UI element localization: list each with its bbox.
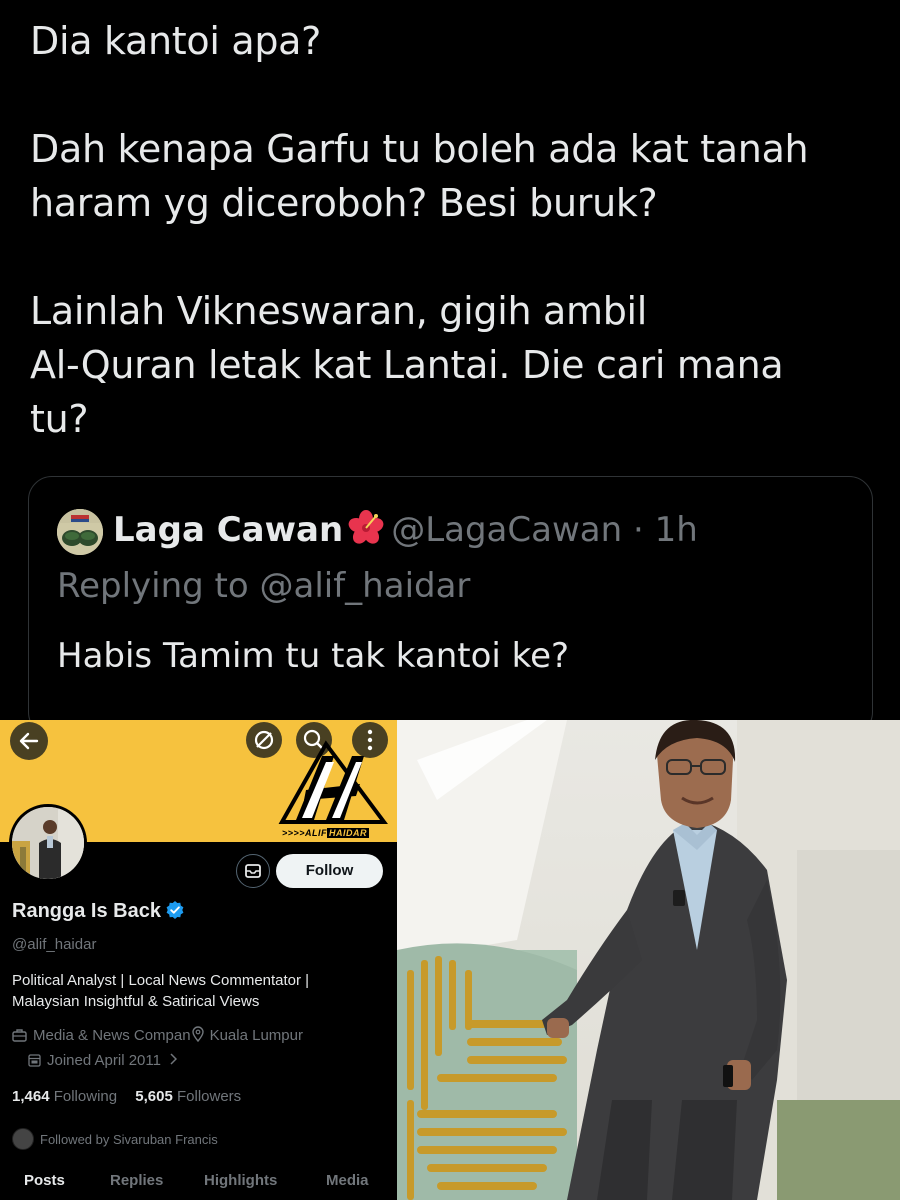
- quoted-header: Laga Cawan @LagaCawan · 1h: [113, 507, 698, 559]
- profile-name: Rangga Is Back: [12, 900, 161, 922]
- profile-handle: @alif_haidar: [12, 936, 97, 953]
- tab-replies[interactable]: Replies: [110, 1172, 163, 1189]
- chevron-right-icon: [169, 1052, 178, 1069]
- tweet-screenshot: Dia kantoi apa? Dah kenapa Garfu tu bole…: [0, 0, 900, 736]
- following-label: Following: [53, 1088, 118, 1105]
- followers-label: Followers: [176, 1088, 242, 1105]
- briefcase-icon: [12, 1028, 27, 1046]
- profile-avatar[interactable]: [9, 804, 87, 882]
- tweet-paragraph-1: Dia kantoi apa?: [30, 19, 322, 63]
- tweet-text: Dia kantoi apa? Dah kenapa Garfu tu bole…: [30, 14, 880, 446]
- quoted-name[interactable]: Laga Cawan: [113, 510, 343, 550]
- following-link[interactable]: 1,464 Following: [12, 1088, 117, 1105]
- profile-meta-row: Media & News Compan Kuala Lumpur: [12, 1026, 303, 1046]
- bio-line-2: Malaysian Insightful & Satirical Views: [12, 993, 260, 1010]
- hibiscus-icon: [347, 509, 385, 559]
- tab-posts[interactable]: Posts: [24, 1172, 65, 1189]
- message-button[interactable]: [236, 854, 270, 888]
- back-arrow-icon: [19, 732, 39, 750]
- tab-media[interactable]: Media: [326, 1172, 369, 1189]
- tweet-paragraph-3: Lainlah Vikneswaran, gigih ambil Al-Qura…: [30, 289, 784, 441]
- follow-button[interactable]: Follow: [276, 854, 383, 888]
- quoted-handle-time[interactable]: @LagaCawan · 1h: [391, 510, 698, 550]
- following-count: 1,464: [12, 1088, 50, 1105]
- location-icon: [191, 1026, 204, 1046]
- followed-by-text: Followed by Sivaruban Francis: [40, 1132, 218, 1147]
- quoted-avatar[interactable]: [57, 509, 103, 555]
- quoted-tweet-card[interactable]: Laga Cawan @LagaCawan · 1h Replying to @…: [28, 476, 873, 736]
- calendar-icon: [28, 1053, 41, 1071]
- bio-line-1: Political Analyst | Local News Commentat…: [12, 972, 310, 989]
- replying-to[interactable]: Replying to @alif_haidar: [57, 563, 470, 609]
- followed-by[interactable]: Followed by Sivaruban Francis: [12, 1128, 218, 1150]
- banner-logo: >>>>ALIF HAIDAR: [276, 734, 388, 838]
- tweet-paragraph-2: Dah kenapa Garfu tu boleh ada kat tanah …: [30, 127, 809, 225]
- profile-joined: Joined April 2011: [47, 1052, 161, 1069]
- profile-bio: Political Analyst | Local News Commentat…: [12, 970, 392, 1012]
- profile-location: Kuala Lumpur: [209, 1027, 303, 1044]
- profile-tabs: Posts Replies Highlights Media: [0, 1170, 397, 1200]
- quoted-body: Habis Tamim tu tak kantoi ke?: [57, 636, 570, 676]
- follower-avatar: [12, 1128, 34, 1150]
- profile-joined-row[interactable]: Joined April 2011: [28, 1052, 178, 1071]
- banner-logo-text: >>>>ALIF HAIDAR: [282, 828, 370, 838]
- profile-name-row: Rangga Is Back: [12, 900, 185, 926]
- profile-photo: [397, 720, 900, 1200]
- tab-highlights[interactable]: Highlights: [204, 1172, 277, 1189]
- followers-link[interactable]: 5,605 Followers: [135, 1088, 241, 1105]
- followers-count: 5,605: [135, 1088, 173, 1105]
- message-icon: [245, 864, 261, 878]
- profile-screenshot: >>>>ALIF HAIDAR Follow Rangga Is Back @al…: [0, 720, 397, 1200]
- man-in-suit-photo: [397, 720, 900, 1200]
- profile-category: Media & News Compan: [33, 1027, 191, 1044]
- profile-stats: 1,464 Following 5,605 Followers: [12, 1088, 241, 1105]
- verified-icon[interactable]: [165, 900, 185, 926]
- back-button[interactable]: [10, 722, 48, 760]
